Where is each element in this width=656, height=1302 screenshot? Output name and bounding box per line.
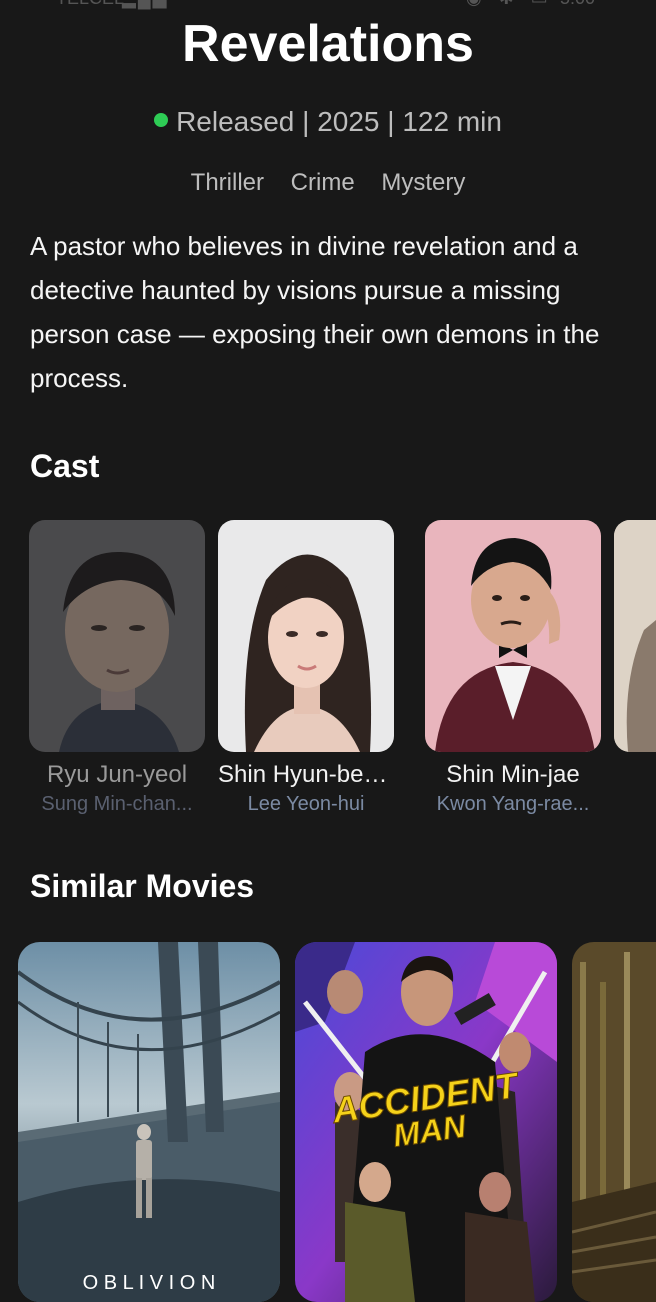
- movie-poster-card[interactable]: O B L I V I O N: [18, 942, 280, 1302]
- cast-role: Lee Yeon-hui: [247, 793, 365, 815]
- genre-list: Thriller Crime Mystery: [0, 166, 656, 200]
- release-meta-text: Released | 2025 | 122 min: [176, 106, 502, 137]
- cast-heading: Cast: [30, 448, 100, 484]
- system-icons: ◉ ✱ ▭: [466, 0, 554, 9]
- similar-movies-heading: Similar Movies: [30, 868, 255, 904]
- cast-name: Ryu Jun-yeol: [46, 761, 188, 788]
- movie-poster-card[interactable]: ACCIDENT MAN: [295, 942, 557, 1302]
- cast-card-partial[interactable]: [614, 520, 656, 752]
- status-dot-icon: [154, 113, 169, 127]
- cast-photo: [29, 520, 205, 752]
- clock: 5:00: [560, 0, 595, 9]
- genre-tag[interactable]: Thriller: [191, 169, 264, 196]
- genre-tag[interactable]: Mystery: [381, 169, 465, 196]
- carrier-label: TELCEL: [56, 0, 124, 9]
- movie-title: Revelations: [182, 15, 474, 73]
- cast-name: Shin Min-jae: [446, 761, 580, 788]
- cast-card[interactable]: Ryu Jun-yeol Sung Min-chan...: [29, 520, 205, 818]
- cast-card[interactable]: Shin Min-jae Kwon Yang-rae...: [425, 520, 601, 818]
- signal-icon: ▂▄▆ ◠: [122, 0, 193, 9]
- genre-tag[interactable]: Crime: [291, 169, 355, 196]
- cast-photo: [218, 520, 394, 752]
- release-meta: Released | 2025 | 122 min: [0, 104, 656, 140]
- cast-role: Sung Min-chan...: [41, 793, 193, 815]
- cast-card[interactable]: Shin Hyun-been... Lee Yeon-hui: [218, 520, 394, 818]
- cast-name: Shin Hyun-been...: [218, 761, 394, 788]
- movie-overview: A pastor who believes in divine revelati…: [30, 231, 600, 393]
- cast-role: Kwon Yang-rae...: [436, 793, 590, 815]
- cast-photo: [425, 520, 601, 752]
- movie-poster-card-partial[interactable]: [572, 942, 656, 1302]
- status-bar: TELCEL ▂▄▆ ◠ ◉ ✱ ▭ 5:00: [0, 0, 656, 12]
- poster-title-text: O B L I V I O N: [83, 1272, 216, 1294]
